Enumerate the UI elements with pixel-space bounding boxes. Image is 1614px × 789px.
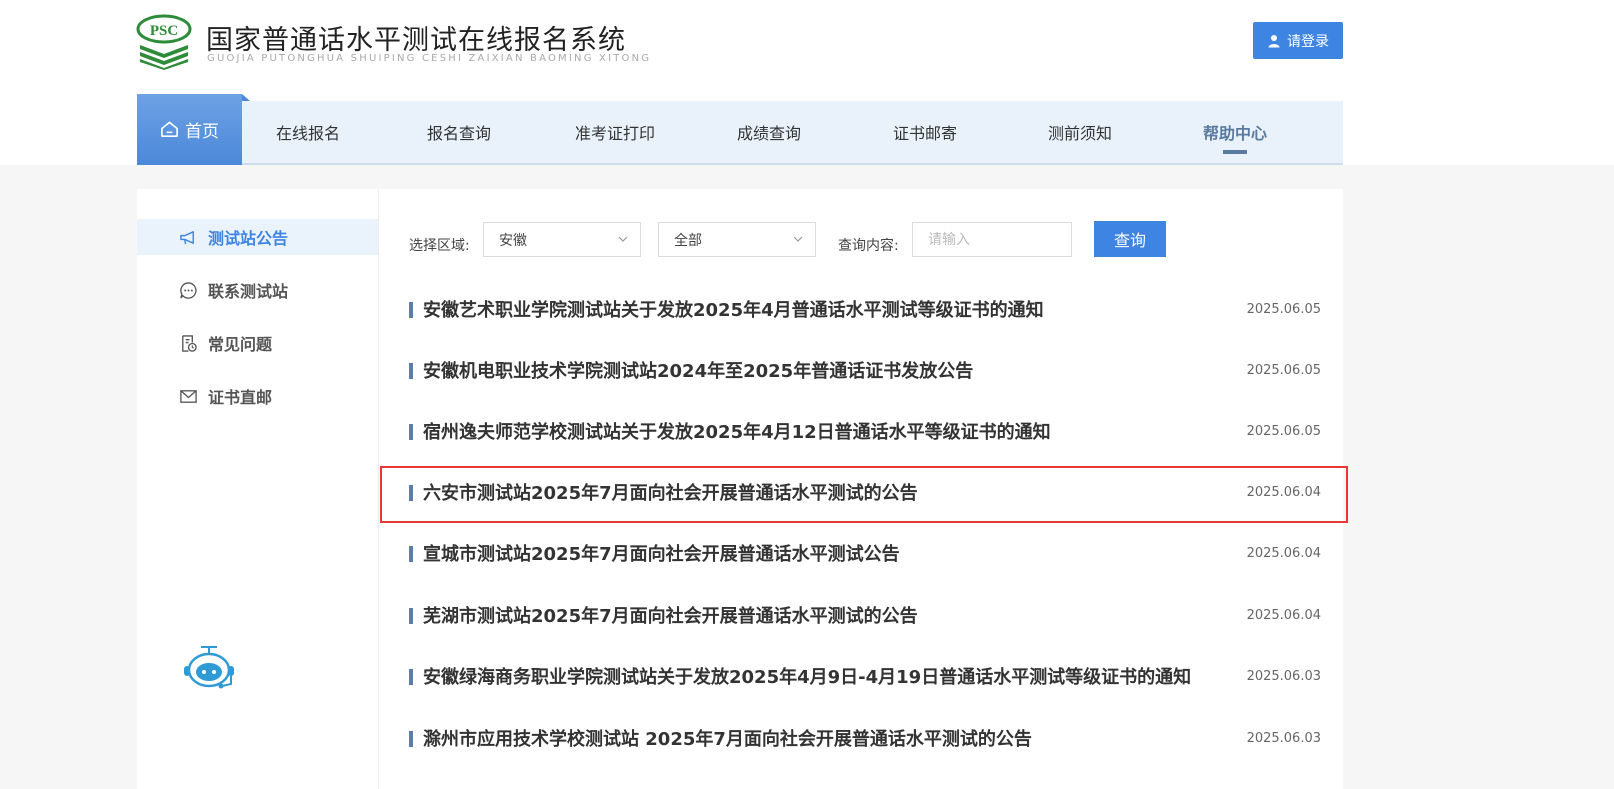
- nav-certificate-mailing[interactable]: 证书邮寄: [877, 101, 973, 163]
- list-marker: [409, 485, 413, 501]
- site-title: 国家普通话水平测试在线报名系统: [206, 25, 626, 56]
- query-button[interactable]: 查询: [1094, 221, 1166, 257]
- province-value: 安徽: [499, 232, 527, 249]
- home-icon: [161, 121, 178, 137]
- news-date: 2025.06.05: [1246, 424, 1321, 439]
- news-title: 宿州逸夫师范学校测试站关于发放2025年4月12日普通话水平等级证书的通知: [423, 422, 1051, 443]
- chevron-down-icon: [793, 236, 803, 242]
- nav-home-label: 首页: [185, 122, 219, 142]
- news-date: 2025.06.04: [1246, 608, 1321, 623]
- document-clock-icon: [182, 334, 197, 352]
- news-item[interactable]: 六安市测试站2025年7月面向社会开展普通话水平测试的公告 2025.06.04: [409, 482, 1321, 508]
- chevron-down-icon: [618, 236, 628, 242]
- news-item[interactable]: 宣城市测试站2025年7月面向社会开展普通话水平测试公告 2025.06.04: [409, 543, 1321, 569]
- search-input[interactable]: [912, 222, 1072, 257]
- region-label: 选择区域:: [409, 238, 470, 254]
- city-value: 全部: [674, 232, 702, 249]
- province-select[interactable]: 安徽: [483, 222, 641, 257]
- nav-online-registration[interactable]: 在线报名: [260, 101, 356, 163]
- site-subtitle: GUOJIA PUTONGHUA SHUIPING CESHI ZAIXIAN …: [207, 53, 652, 64]
- sidebar-item-certificate-mail[interactable]: 证书直邮: [137, 378, 378, 414]
- news-title: 安徽艺术职业学院测试站关于发放2025年4月普通话水平测试等级证书的通知: [423, 300, 1044, 321]
- nav-test-notice[interactable]: 测前须知: [1032, 101, 1128, 163]
- news-title: 宣城市测试站2025年7月面向社会开展普通话水平测试公告: [423, 544, 900, 565]
- list-marker: [409, 546, 413, 562]
- user-icon: [1268, 34, 1280, 47]
- news-item[interactable]: 安徽艺术职业学院测试站关于发放2025年4月普通话水平测试等级证书的通知 202…: [409, 299, 1321, 325]
- news-title: 六安市测试站2025年7月面向社会开展普通话水平测试的公告: [423, 483, 918, 504]
- psc-logo-icon: PSC: [136, 14, 192, 70]
- news-item[interactable]: 宿州逸夫师范学校测试站关于发放2025年4月12日普通话水平等级证书的通知 20…: [409, 421, 1321, 447]
- nav-home[interactable]: 首页: [137, 94, 250, 165]
- nav-help-label: 帮助中心: [1202, 124, 1267, 143]
- nav-admission-ticket-print[interactable]: 准考证打印: [555, 101, 675, 163]
- query-content-label: 查询内容:: [838, 238, 899, 254]
- sidebar-item-announcements[interactable]: 测试站公告: [137, 219, 378, 255]
- list-marker: [409, 363, 413, 379]
- sidebar-item-label: 常见问题: [208, 335, 273, 354]
- sidebar-item-label: 证书直邮: [208, 388, 273, 407]
- list-marker: [409, 302, 413, 318]
- news-date: 2025.06.03: [1246, 731, 1321, 746]
- login-label: 请登录: [1287, 32, 1329, 49]
- chat-bubble-icon: [180, 281, 197, 299]
- news-item[interactable]: 滁州市应用技术学校测试站 2025年7月面向社会开展普通话水平测试的公告 202…: [409, 728, 1321, 754]
- megaphone-icon: [180, 230, 194, 244]
- news-date: 2025.06.05: [1246, 363, 1321, 378]
- news-title: 滁州市应用技术学校测试站 2025年7月面向社会开展普通话水平测试的公告: [423, 729, 1032, 750]
- city-select[interactable]: 全部: [658, 222, 816, 257]
- news-date: 2025.06.04: [1246, 546, 1321, 561]
- news-date: 2025.06.04: [1246, 485, 1321, 500]
- list-marker: [409, 424, 413, 440]
- svg-text:PSC: PSC: [150, 23, 178, 39]
- sidebar: 测试站公告 联系测试站 常见问题 证书直邮: [137, 189, 379, 789]
- sidebar-item-label: 测试站公告: [208, 229, 289, 248]
- nav-help-center[interactable]: 帮助中心: [1187, 101, 1283, 163]
- sidebar-item-contact-station[interactable]: 联系测试站: [137, 272, 378, 308]
- site-logo[interactable]: PSC 国家普通话水平测试在线报名系统 GUOJIA PUTONGHUA SHU…: [136, 14, 696, 72]
- envelope-icon: [180, 389, 197, 403]
- list-marker: [409, 669, 413, 685]
- news-title: 安徽绿海商务职业学院测试站关于发放2025年4月9日-4月19日普通话水平测试等…: [423, 667, 1192, 688]
- login-button[interactable]: 请登录: [1253, 22, 1343, 59]
- main-nav: 首页 在线报名 报名查询 准考证打印 成绩查询 证书邮寄 测前须知 帮助中心: [137, 94, 1343, 165]
- robot-assistant-icon[interactable]: [182, 644, 236, 690]
- nav-registration-query[interactable]: 报名查询: [411, 101, 507, 163]
- news-item[interactable]: 芜湖市测试站2025年7月面向社会开展普通话水平测试的公告 2025.06.04: [409, 605, 1321, 631]
- news-date: 2025.06.05: [1246, 302, 1321, 317]
- top-header: PSC 国家普通话水平测试在线报名系统 GUOJIA PUTONGHUA SHU…: [0, 0, 1614, 165]
- news-item[interactable]: 安徽绿海商务职业学院测试站关于发放2025年4月9日-4月19日普通话水平测试等…: [409, 666, 1321, 692]
- nav-score-query[interactable]: 成绩查询: [721, 101, 817, 163]
- content-card: 测试站公告 联系测试站 常见问题 证书直邮 选择区域: 安徽 全部 查询内容: …: [137, 189, 1343, 789]
- list-marker: [409, 731, 413, 747]
- list-marker: [409, 608, 413, 624]
- sidebar-item-faq[interactable]: 常见问题: [137, 325, 378, 361]
- news-title: 芜湖市测试站2025年7月面向社会开展普通话水平测试的公告: [423, 606, 918, 627]
- news-item[interactable]: 安徽机电职业技术学院测试站2024年至2025年普通话证书发放公告 2025.0…: [409, 360, 1321, 386]
- news-title: 安徽机电职业技术学院测试站2024年至2025年普通话证书发放公告: [423, 361, 974, 382]
- news-date: 2025.06.03: [1246, 669, 1321, 684]
- sidebar-item-label: 联系测试站: [208, 282, 289, 301]
- nav-active-indicator: [1223, 150, 1247, 154]
